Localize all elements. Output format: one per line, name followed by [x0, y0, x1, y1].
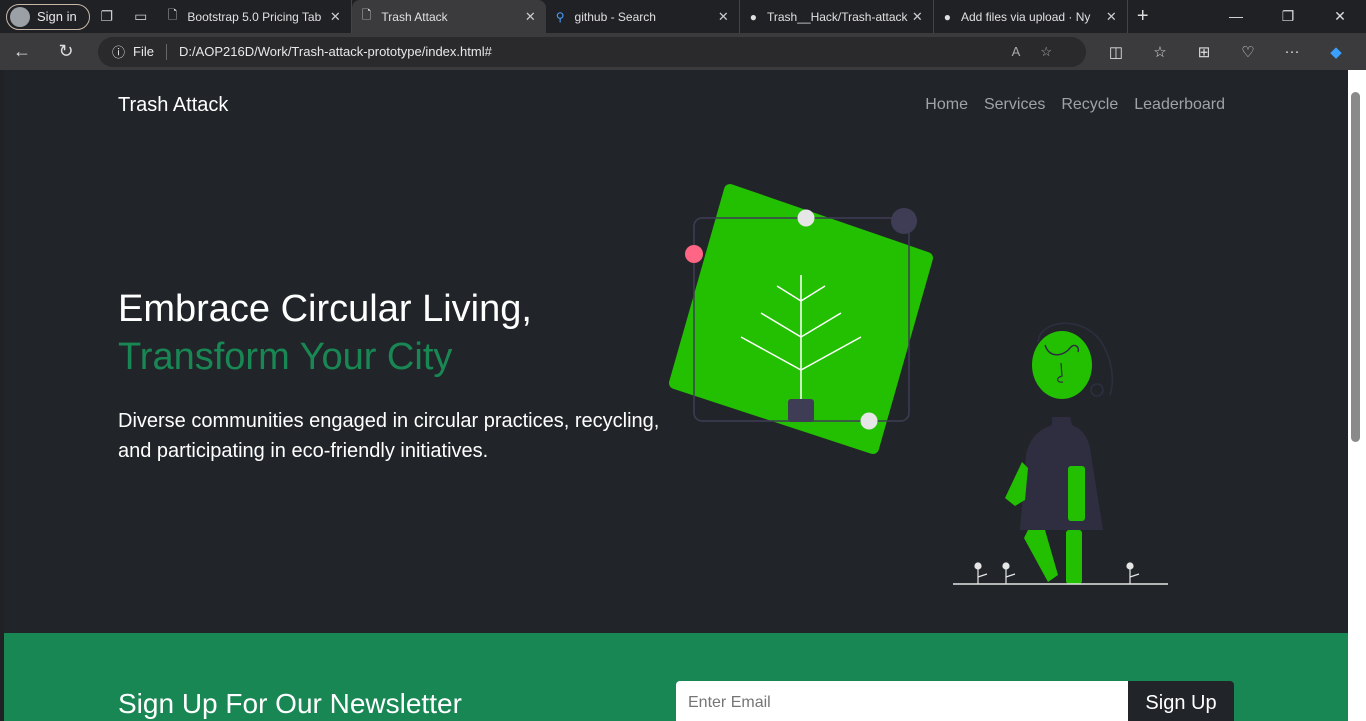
split-screen-icon[interactable]: ◫ — [1094, 43, 1138, 61]
dot-pink — [685, 245, 703, 263]
email-input[interactable] — [676, 681, 1129, 721]
avatar — [10, 6, 30, 27]
minimize-button[interactable]: — — [1210, 8, 1262, 25]
workspaces-icon[interactable]: ❐ — [90, 8, 124, 25]
nav-menu: Home Services Recycle Leaderboard — [925, 96, 1225, 114]
close-icon[interactable]: ✕ — [330, 9, 341, 25]
info-icon[interactable]: ⓘ — [112, 42, 125, 61]
github-icon: ● — [943, 9, 951, 24]
dot-white-bottom — [860, 412, 878, 430]
new-tab-button[interactable]: + — [1128, 5, 1158, 28]
collections-icon[interactable]: ⊞ — [1182, 43, 1226, 61]
browser-essentials-icon[interactable]: ♡ — [1226, 43, 1270, 61]
sign-in-button[interactable]: Sign in — [6, 3, 90, 30]
nav-home[interactable]: Home — [925, 96, 968, 114]
close-icon[interactable]: ✕ — [718, 9, 729, 25]
search-icon: ⚲ — [555, 9, 565, 24]
nav-services[interactable]: Services — [984, 96, 1045, 114]
github-icon: ● — [749, 9, 757, 24]
more-icon[interactable]: ··· — [1270, 43, 1314, 61]
sign-up-button[interactable]: Sign Up — [1128, 681, 1234, 721]
nav-leaderboard[interactable]: Leaderboard — [1134, 96, 1225, 114]
page-icon: 🗋 — [361, 8, 372, 22]
address-bar[interactable]: ⓘ File D:/AOP216D/Work/Trash-attack-prot… — [98, 36, 1086, 67]
tab-trash-attack[interactable]: 🗋 Trash Attack ✕ — [351, 0, 546, 33]
favorite-star-icon[interactable]: ☆ — [1040, 44, 1072, 59]
scrollbar-thumb[interactable] — [1351, 92, 1360, 442]
newsletter-section: Sign Up For Our Newsletter Sign Up — [4, 633, 1348, 721]
tab-github-search[interactable]: ⚲ github - Search ✕ — [546, 0, 740, 33]
page-icon: 🗋 — [167, 8, 178, 22]
hero-lead: Diverse communities engaged in circular … — [118, 410, 660, 462]
tab-bootstrap[interactable]: 🗋 Bootstrap 5.0 Pricing Tab ✕ — [158, 0, 352, 33]
hero-illustration — [669, 184, 1168, 585]
dot-white-top — [797, 209, 815, 227]
close-icon[interactable]: ✕ — [1106, 9, 1117, 25]
address-bar-row: ← ↻ ⓘ File D:/AOP216D/Work/Trash-attack-… — [0, 33, 1366, 70]
url-text[interactable]: D:/AOP216D/Work/Trash-attack-prototype/i… — [179, 44, 492, 59]
brand[interactable]: Trash Attack — [118, 94, 228, 117]
pot — [788, 399, 814, 422]
hero-subtitle: Transform Your City — [118, 336, 453, 378]
restore-button[interactable]: ❐ — [1262, 8, 1314, 25]
close-icon[interactable]: ✕ — [912, 9, 923, 25]
dot-dark — [891, 208, 917, 234]
nav-recycle[interactable]: Recycle — [1061, 96, 1118, 114]
back-button[interactable]: ← — [0, 41, 44, 62]
person — [1005, 322, 1113, 584]
page-content: Trash Attack Home Services Recycle Leade… — [4, 70, 1348, 721]
refresh-button[interactable]: ↻ — [44, 41, 88, 62]
tab-github-repo[interactable]: ● Trash__Hack/Trash-attack ✕ — [740, 0, 934, 33]
favorites-icon[interactable]: ☆ — [1138, 43, 1182, 61]
close-icon[interactable]: ✕ — [525, 9, 536, 25]
tab-github-upload[interactable]: ● Add files via upload · Ny ✕ — [934, 0, 1128, 33]
read-aloud-icon[interactable]: A — [1012, 44, 1041, 59]
close-window-button[interactable]: ✕ — [1314, 8, 1366, 25]
copilot-icon[interactable]: ◆ — [1314, 43, 1358, 61]
tab-bar: Sign in ❐ ▭ 🗋 Bootstrap 5.0 Pricing Tab ✕ … — [0, 0, 1366, 33]
hero-title: Embrace Circular Living, — [118, 288, 532, 330]
newsletter-title: Sign Up For Our Newsletter — [118, 688, 462, 719]
tab-actions-icon[interactable]: ▭ — [124, 8, 158, 25]
